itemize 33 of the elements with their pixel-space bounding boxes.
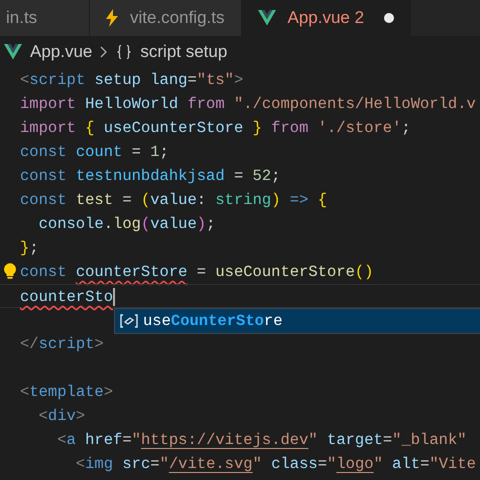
editor-tab[interactable]: App.vue 2: [242, 0, 412, 36]
suggestion-label: useCounterStore: [143, 311, 283, 332]
code-line: <img src="/vite.svg" class="logo" alt="Vite: [74, 455, 476, 473]
tab-label: in.ts: [6, 7, 38, 30]
code-line: <template>: [20, 383, 114, 401]
lightning-bolt-icon: [106, 9, 118, 27]
text-cursor: [113, 288, 116, 306]
code-line: <a href="https://vitejs.dev" target="_blank": [56, 431, 467, 449]
variable-icon: [119, 313, 139, 329]
code-line: const counterStore = useCounterStore(): [20, 263, 374, 281]
code-line: <div>: [38, 407, 86, 425]
chevron-right-icon: [100, 46, 108, 58]
braces-icon: [116, 44, 132, 60]
vue-logo-icon: [4, 44, 22, 60]
code-line: import HelloWorld from "./components/HelloWorld.v: [20, 95, 476, 113]
suggestion-item[interactable]: useCounterStore: [115, 309, 480, 333]
code-line: </script>: [20, 335, 104, 353]
code-line: const test = (value: string) => {: [20, 191, 328, 209]
vue-logo-icon: [258, 10, 276, 26]
code-line: };: [20, 239, 39, 257]
tab-label: vite.config.ts: [130, 7, 224, 30]
code-line: <script setup lang="ts">: [20, 71, 244, 89]
tab-label: App.vue 2: [288, 7, 364, 30]
breadcrumb-item[interactable]: script setup: [140, 39, 228, 65]
code-line: import { useCounterStore } from './store';: [20, 119, 411, 137]
breadcrumb-item[interactable]: App.vue: [30, 39, 92, 65]
editor-tab[interactable]: vite.config.ts: [90, 0, 242, 36]
editor-tab[interactable]: in.ts: [0, 0, 90, 36]
code-line: const testnunbdahkjsad = 52;: [20, 167, 280, 185]
code-line: const count = 1;: [20, 143, 169, 161]
code-line: counterSto: [20, 288, 116, 306]
code-line: console.log(value);: [38, 215, 216, 233]
lightbulb-icon[interactable]: [4, 263, 16, 279]
